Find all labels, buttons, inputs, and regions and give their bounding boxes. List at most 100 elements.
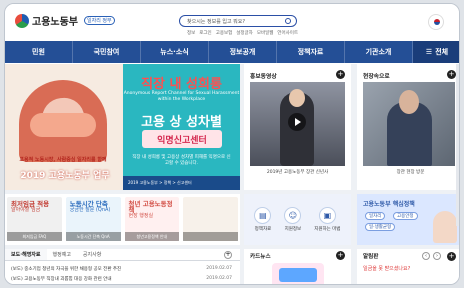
shortcut-support[interactable]: ☺ 지원정보: [284, 207, 302, 232]
site-title: 고용노동부: [32, 17, 78, 28]
nav-item-policy-data[interactable]: 정책자료: [277, 41, 345, 63]
menu-icon: ☰: [425, 48, 433, 56]
tile-text: 현장 행정실: [128, 213, 154, 219]
prev-icon[interactable]: ‹: [422, 252, 430, 260]
main-navigation: 민원 국민참여 뉴스·소식 정보공개 정책자료 기관소개 ☰ 전체: [5, 41, 459, 63]
utility-link-2[interactable]: 로그인: [199, 30, 211, 36]
nav-item-agency-intro[interactable]: 기관소개: [345, 41, 413, 63]
nav-item-news[interactable]: 뉴스·소식: [141, 41, 209, 63]
site-logo[interactable]: 고용노동부 일자리 정부: [15, 13, 115, 28]
korea-flag-icon[interactable]: [428, 14, 444, 30]
shortcut-label: 정책자료: [254, 227, 272, 232]
video-section-title: 홍보동영상: [250, 74, 277, 80]
shortcut-policy[interactable]: ▤ 정책자료: [254, 207, 272, 232]
photo-face: [399, 90, 419, 114]
news-item[interactable]: (보도) 중소기업 청년의 자극을 위한 채용형 공모 전환 추진: [11, 266, 233, 272]
policy-tag-stability[interactable]: 고용안정: [393, 212, 418, 220]
ministry-logo-icon: [15, 13, 29, 28]
card-news-panel: 카드뉴스 +: [244, 249, 351, 284]
alarm-arrows: ‹ ›: [422, 252, 441, 260]
tile-bar: [183, 232, 238, 241]
plus-icon[interactable]: +: [447, 252, 456, 261]
plus-icon[interactable]: +: [336, 70, 345, 79]
nav-item-information[interactable]: 정보공개: [209, 41, 277, 63]
play-icon[interactable]: [288, 113, 306, 131]
utility-link-4[interactable]: 설정글자: [236, 30, 253, 36]
search-bar[interactable]: 찾으시는 정보를 입고 뭐요?: [179, 15, 297, 27]
banner-button[interactable]: 익명신고센터: [142, 130, 222, 148]
news-item[interactable]: (보도) 고용노동부 직장내 괴롭힘 대응 강화 관련 안내: [11, 276, 233, 282]
shortcut-guide[interactable]: ▣ 지원하는 마법: [314, 207, 341, 232]
core-policy-panel[interactable]: 고용노동부 핵심정책 일자리 고용안정 일·생활균형: [357, 194, 459, 245]
utility-link-3[interactable]: 고용보험: [216, 30, 233, 36]
banner-main-text: 고용 상 성차별: [141, 115, 222, 130]
policy-tag-balance[interactable]: 일·생활균형: [365, 223, 396, 231]
card-news-title: 카드뉴스: [250, 254, 271, 260]
alarm-title: 알림판: [363, 254, 379, 260]
site-subtitle: 일자리 정부: [84, 16, 115, 25]
document-icon: ▤: [254, 207, 272, 224]
banner-description: 직장 내 성희롱 및 고용상 성차별 피해를 익명으로 신고할 수 있습니다.: [132, 155, 231, 166]
plus-icon[interactable]: +: [336, 251, 345, 260]
news-tabs: 보도·해명자료 행정예고 공지사항: [5, 249, 240, 261]
utility-link-1[interactable]: 정보: [187, 30, 195, 36]
next-icon[interactable]: ›: [433, 252, 441, 260]
alarm-message[interactable]: 일금을 못 받으셨나요?: [363, 266, 410, 273]
header: 고용노동부 일자리 정부 찾으시는 정보를 입고 뭐요? 정보 로그인 고용보험…: [5, 4, 459, 40]
main-content: 포용적 노동시장, 사람중심 일자리를 함께 2019 고용노동부 업무 직장 …: [5, 64, 459, 284]
tab-announcements[interactable]: 공지사항: [77, 249, 107, 260]
utility-links: 정보 로그인 고용보험 설정글자 모바일웹 언어사이트: [187, 30, 298, 36]
all-menu-button[interactable]: ☰ 전체: [413, 41, 459, 63]
campaign-poster: 포용적 노동시장, 사람중심 일자리를 함께 2019 고용노동부 업무: [5, 64, 123, 190]
field-photo[interactable]: [363, 82, 455, 166]
working-hours-tile[interactable]: 노동시간 단축 궁금한 질문 (QnA) 노동시간 단축 QnA: [65, 197, 121, 241]
speaker-face: [289, 89, 305, 107]
tile-bar: 청년고용정책 안내: [124, 232, 180, 241]
tab-press[interactable]: 보도·해명자료: [5, 249, 47, 260]
news-date: 2019.02.07: [206, 276, 232, 281]
tile-text: 알아야할 임금: [11, 207, 41, 213]
harassment-report-banner[interactable]: 직장 내 성희롱 Anonymous Report Channel for Se…: [123, 64, 240, 190]
video-caption: 2019년 고용노동부 장관 신년사: [266, 170, 329, 175]
shortcut-label: 지원정보: [284, 227, 302, 232]
plus-icon[interactable]: +: [447, 70, 456, 79]
card-news-thumbnail[interactable]: [272, 263, 324, 284]
field-photo-panel: 현장속으로 + 장관 현장 방문: [357, 64, 459, 190]
tab-notice[interactable]: 행정예고: [47, 249, 77, 260]
extra-tile[interactable]: [183, 197, 238, 241]
vertical-scrollbar[interactable]: [456, 64, 459, 226]
policy-tag-jobs[interactable]: 일자리: [365, 212, 386, 220]
person-icon: ☺: [284, 207, 302, 224]
tile-title: 청년 고용노동정책: [128, 200, 173, 214]
nav-item-civil-service[interactable]: 민원: [5, 41, 73, 63]
poster-year-text: 2019 고용노동부 업무: [20, 171, 110, 181]
utility-link-6[interactable]: 언어사이트: [277, 30, 298, 36]
banner-title: 직장 내 성희롱: [141, 77, 222, 92]
minister-illustration: [433, 211, 457, 243]
policy-title: 고용노동부 핵심정책: [363, 201, 415, 208]
video-thumbnail[interactable]: [250, 82, 345, 166]
all-menu-label: 전체: [435, 48, 449, 56]
shortcut-panel: ▤ 정책자료 ☺ 지원정보 ▣ 지원하는 마법: [244, 194, 351, 245]
promo-video-panel: 홍보동영상 + 2019년 고용노동부 장관 신년사: [244, 64, 351, 190]
hands-graphic: [30, 113, 96, 137]
news-panel: 보도·해명자료 행정예고 공지사항 + (보도) 중소기업 청년의 자극을 위한…: [5, 249, 240, 284]
utility-link-5[interactable]: 모바일웹: [257, 30, 274, 36]
plus-icon[interactable]: +: [224, 251, 232, 259]
browser-page: 고용노동부 일자리 정부 찾으시는 정보를 입고 뭐요? 정보 로그인 고용보험…: [4, 3, 460, 285]
banner-footer: 2019 고용노동부 > 정책 > 신고센터: [123, 176, 240, 190]
youth-employment-tile[interactable]: 청년 고용노동정책 현장 행정실 청년고용정책 안내: [124, 197, 180, 241]
search-placeholder: 찾으시는 정보를 입고 뭐요?: [187, 19, 246, 25]
nav-item-participation[interactable]: 국민참여: [73, 41, 141, 63]
shortcut-label: 지원하는 마법: [314, 227, 341, 232]
search-icon[interactable]: [285, 18, 291, 24]
book-icon: ▣: [318, 207, 336, 224]
minimum-wage-tile[interactable]: 최저임금 적용 알아야할 임금 최저임금 FAQ: [7, 197, 62, 241]
poster-caption: 포용적 노동시장, 사람중심 일자리를 함께: [19, 157, 107, 163]
hero-banner[interactable]: 포용적 노동시장, 사람중심 일자리를 함께 2019 고용노동부 업무 직장 …: [5, 64, 240, 190]
notice-board-panel: 알림판 ‹ › + 일금을 못 받으셨나요?: [357, 249, 459, 284]
photo-section-title: 현장속으로: [363, 74, 390, 80]
banner-english-subtitle: Anonymous Report Channel for Sexual Hara…: [123, 91, 240, 102]
tile-text: 궁금한 질문 (QnA): [69, 207, 111, 213]
tile-bar: 최저임금 FAQ: [7, 232, 62, 241]
